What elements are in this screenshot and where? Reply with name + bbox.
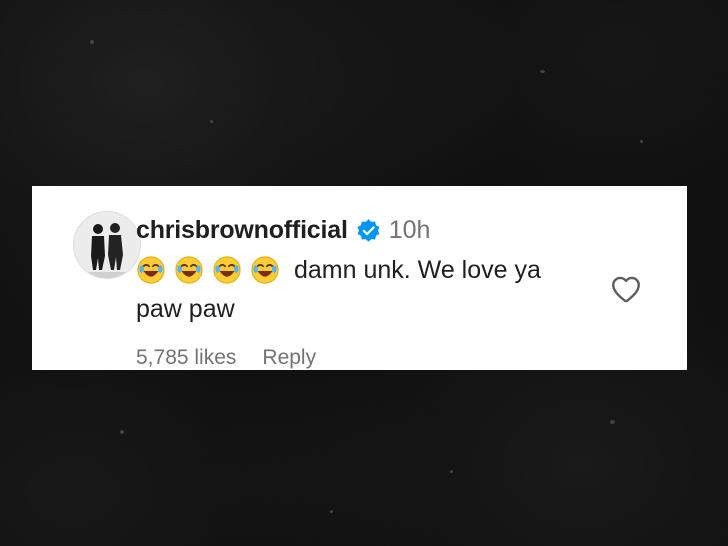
avatar-photo: [74, 212, 140, 278]
background-speck: [330, 510, 333, 513]
background-speck: [640, 140, 643, 143]
avatar[interactable]: [73, 211, 141, 279]
comment-header: chrisbrownofficial 10h: [136, 214, 430, 246]
background-speck: [210, 120, 213, 123]
background-speck: [90, 40, 94, 44]
laughing-emoji-icon: [175, 256, 203, 284]
timestamp[interactable]: 10h: [389, 216, 431, 245]
background-speck: [450, 470, 453, 473]
reply-button[interactable]: Reply: [262, 346, 316, 370]
background-speck: [540, 70, 545, 73]
background-speck: [120, 430, 124, 434]
comment-text-line-2: paw paw: [136, 295, 235, 323]
laughing-emoji-icon: [213, 256, 241, 284]
comment-text-part-1: damn unk. We love ya: [294, 255, 541, 284]
comment-footer: 5,785 likes Reply: [136, 346, 316, 370]
comment-card: chrisbrownofficial 10h damn unk. We love…: [32, 186, 687, 370]
verified-badge-icon: [357, 218, 380, 242]
likes-count[interactable]: 5,785 likes: [136, 346, 236, 370]
heart-icon[interactable]: [609, 272, 643, 306]
background-speck: [610, 420, 615, 424]
laughing-emoji-icon: [137, 256, 165, 284]
username[interactable]: chrisbrownofficial: [136, 216, 348, 245]
laughing-emoji-icon: [251, 256, 279, 284]
comment-text-line-1: damn unk. We love ya: [136, 255, 541, 285]
